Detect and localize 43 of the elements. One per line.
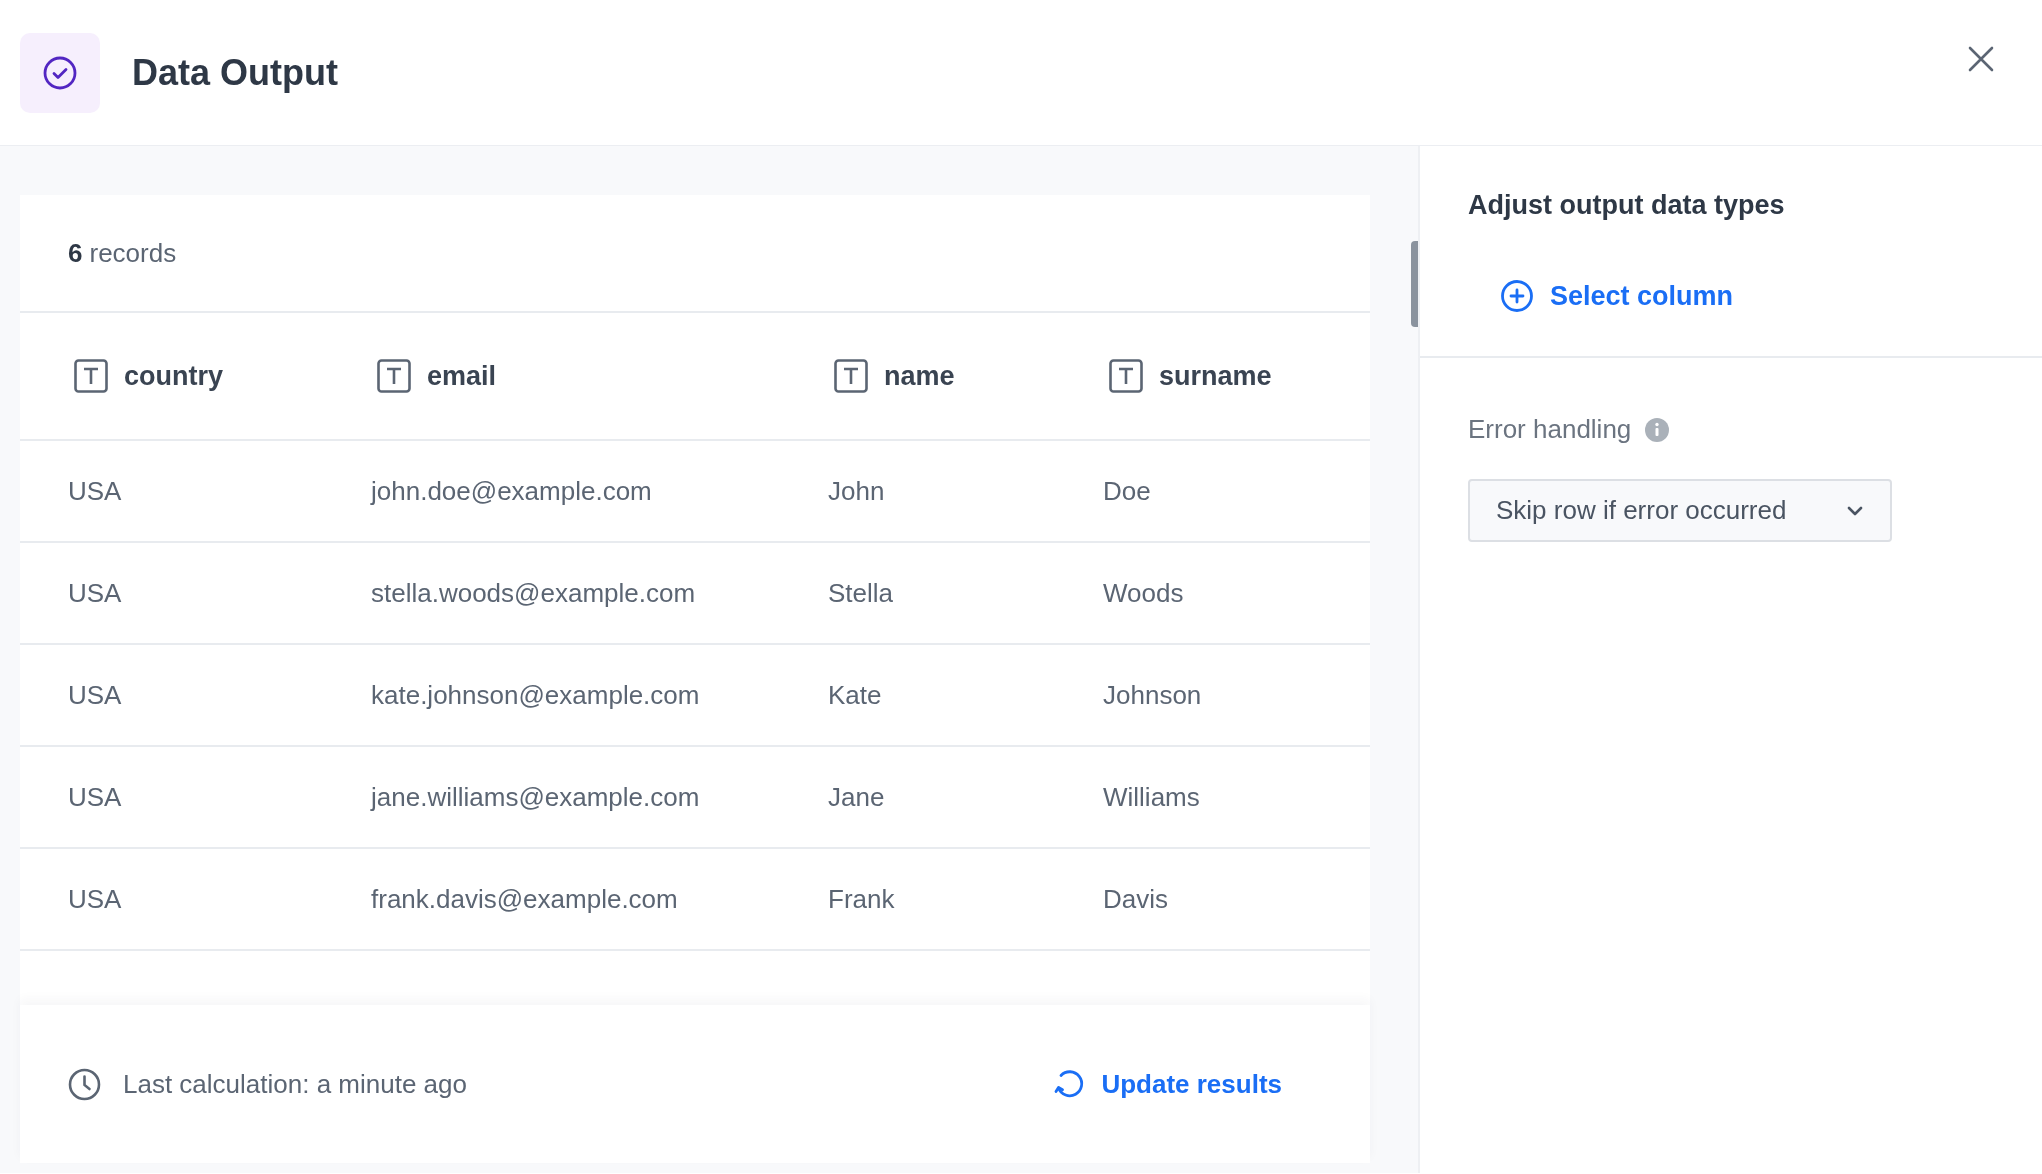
table-cell-text: USA (68, 577, 123, 609)
text-type-icon (834, 359, 868, 393)
error-handling-dropdown[interactable]: Skip row if error occurred (1468, 479, 1892, 542)
table-cell-text: USA (68, 679, 123, 711)
table-cell-text: Frank (828, 883, 896, 915)
column-header[interactable]: country (124, 360, 223, 392)
close-icon[interactable] (1968, 45, 1994, 72)
plus-circle-icon (1500, 279, 1534, 313)
column-header[interactable]: name (884, 360, 955, 392)
text-type-icon (377, 359, 411, 393)
panel-title: Adjust output data types (1468, 190, 1786, 221)
table-cell-text: Doe (1103, 475, 1152, 507)
info-icon[interactable] (1645, 417, 1670, 442)
table-cell-text: jane.williams@example.com (371, 781, 701, 813)
table-cell-text: USA (68, 883, 123, 915)
table-cell-text: kate.johnson@example.com (371, 679, 701, 711)
table-cell-text: stella.woods@example.com (371, 577, 697, 609)
table-cell-text: USA (68, 475, 123, 507)
table-cell-text: john.doe@example.com (371, 475, 653, 507)
table-cell-text: Woods (1103, 577, 1185, 609)
field-label: Error handling (1468, 414, 1632, 445)
table-cell-text: Williams (1103, 781, 1201, 813)
column-header[interactable]: email (427, 360, 497, 392)
record-count: 6 records (20, 195, 1370, 313)
scrollbar-thumb[interactable] (1411, 241, 1418, 327)
text-type-icon (74, 359, 108, 393)
table-cell-text: Kate (828, 679, 883, 711)
text-type-icon (1109, 359, 1143, 393)
table-cell-text: Stella (828, 577, 895, 609)
last-calculation-text: Last calculation: a minute ago (123, 1068, 467, 1100)
table-cell-text: USA (68, 781, 123, 813)
table-cell-text: Davis (1103, 883, 1169, 915)
chevron-down-icon (1846, 504, 1864, 517)
window-title: Data Output (132, 51, 339, 94)
table-cell-text: frank.davis@example.com (371, 883, 679, 915)
clock-icon (68, 1067, 101, 1101)
column-header[interactable]: surname (1159, 360, 1272, 392)
update-results-button[interactable]: Update results (1053, 1067, 1282, 1101)
table-cell-text: Jane (828, 781, 886, 813)
check-circle-icon (43, 55, 77, 90)
select-column-button[interactable]: Select column (1500, 279, 1734, 313)
table-cell-text: John (828, 475, 886, 507)
table-cell-text: Johnson (1103, 679, 1203, 711)
